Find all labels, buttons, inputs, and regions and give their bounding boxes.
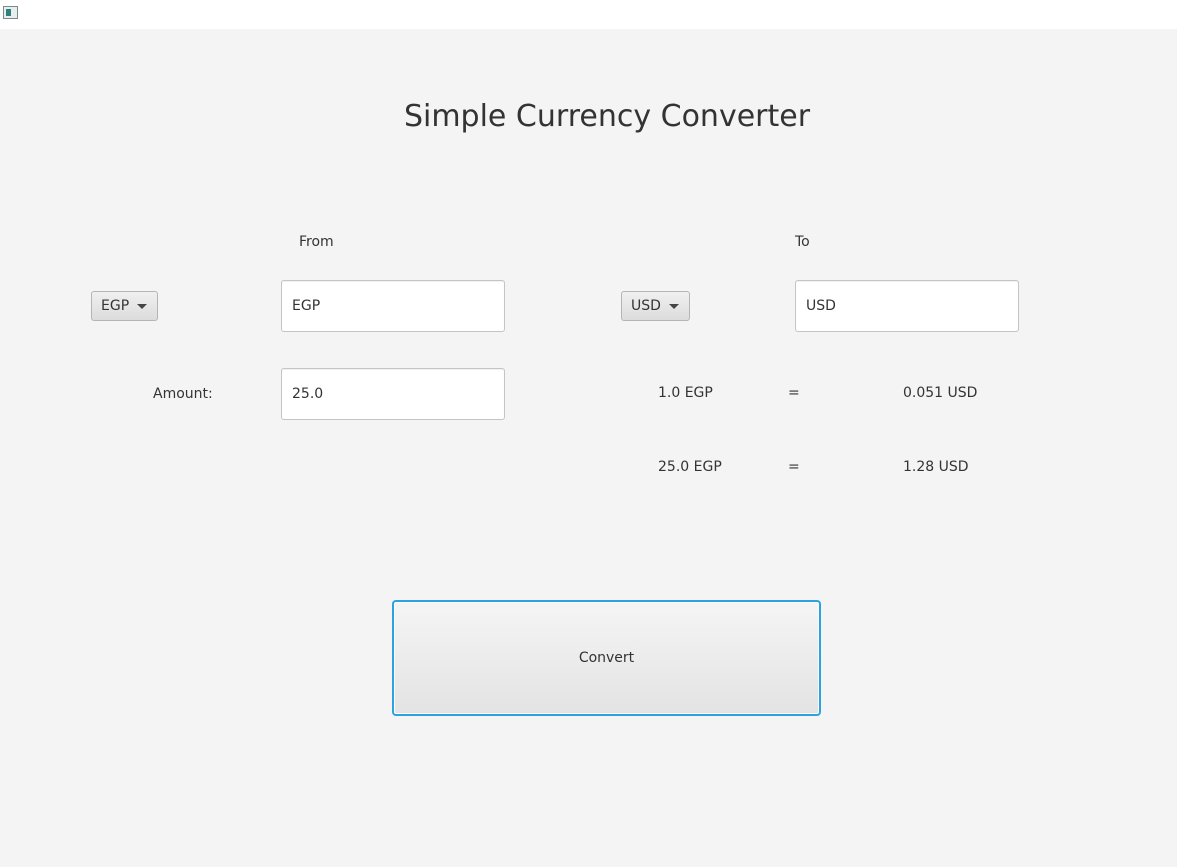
- chevron-down-icon: [137, 304, 147, 309]
- convert-button[interactable]: Convert: [392, 600, 821, 716]
- main-content: [0, 29, 1177, 867]
- unit-rate-equals: =: [788, 385, 800, 401]
- from-currency-dropdown[interactable]: EGP: [91, 291, 158, 321]
- converted-amount-from: 25.0 EGP: [658, 459, 722, 475]
- to-currency-field[interactable]: [795, 280, 1019, 332]
- converted-amount-equals: =: [788, 459, 800, 475]
- amount-input[interactable]: [281, 368, 505, 420]
- from-heading: From: [299, 234, 334, 250]
- to-currency-dropdown[interactable]: USD: [621, 291, 690, 321]
- to-heading: To: [795, 234, 810, 250]
- unit-rate-from: 1.0 EGP: [658, 385, 713, 401]
- amount-label: Amount:: [153, 386, 213, 402]
- to-currency-selected: USD: [631, 298, 661, 314]
- window-titlebar: [0, 0, 1177, 29]
- from-currency-field[interactable]: [281, 280, 505, 332]
- converted-amount-to: 1.28 USD: [903, 459, 969, 475]
- page-title: Simple Currency Converter: [403, 99, 811, 134]
- unit-rate-to: 0.051 USD: [903, 385, 978, 401]
- chevron-down-icon: [669, 304, 679, 309]
- from-currency-selected: EGP: [101, 298, 130, 314]
- app-window-icon: [3, 6, 18, 19]
